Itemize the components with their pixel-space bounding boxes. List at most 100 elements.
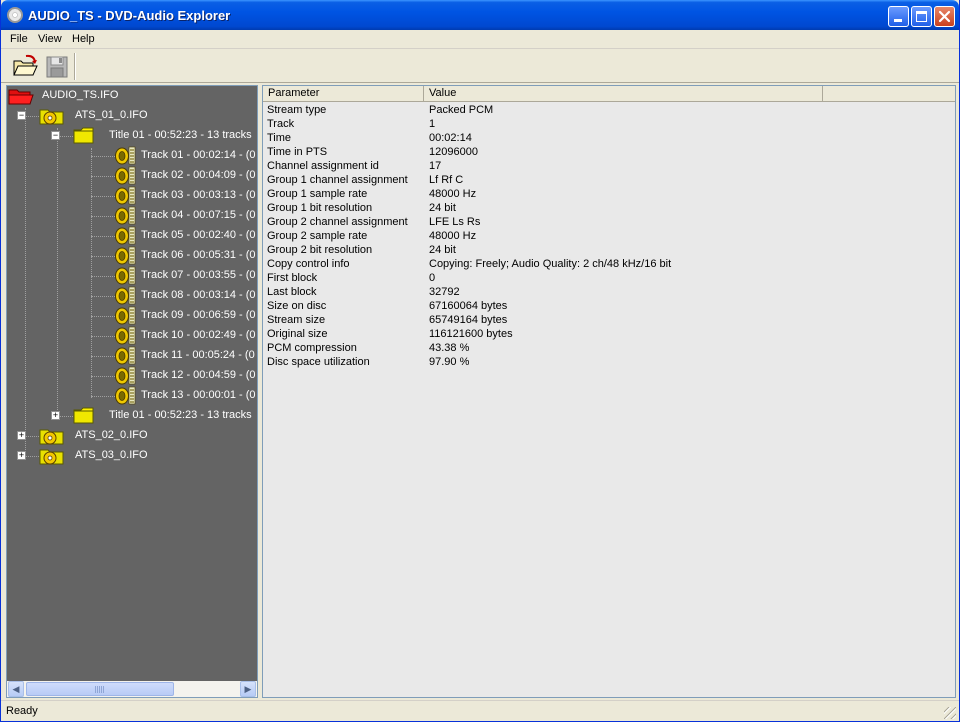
tree-node-track[interactable]: Track 03 - 00:03:13 - (0 <box>7 186 257 206</box>
column-header-value[interactable]: Value <box>424 86 823 102</box>
value-cell: 1 <box>429 118 436 130</box>
tree-node-label: Track 07 - 00:03:55 - (0 <box>141 269 256 281</box>
save-disk-icon <box>46 56 68 78</box>
list-row[interactable]: Channel assignment id 17 <box>263 159 955 173</box>
audio-track-icon <box>115 166 136 185</box>
close-icon <box>938 10 951 23</box>
parameter-cell: PCM compression <box>267 342 357 354</box>
tree-node-track[interactable]: Track 10 - 00:02:49 - (0 <box>7 326 257 346</box>
collapse-toggle[interactable]: − <box>51 131 60 140</box>
tree-node-label: Track 04 - 00:07:15 - (0 <box>141 209 256 221</box>
value-cell: 97.90 % <box>429 356 470 368</box>
title-bar[interactable]: AUDIO_TS - DVD-Audio Explorer <box>1 0 959 30</box>
list-row[interactable]: Stream size 65749164 bytes <box>263 313 955 327</box>
close-button[interactable] <box>934 6 955 27</box>
disc-folder-icon <box>39 109 64 125</box>
tree-node-label: Track 06 - 00:05:31 - (0 <box>141 249 256 261</box>
scroll-right-button[interactable]: ▶ <box>240 681 256 697</box>
tree-node-track[interactable]: Track 07 - 00:03:55 - (0 <box>7 266 257 286</box>
expand-toggle[interactable]: + <box>17 431 26 440</box>
list-row[interactable]: Group 1 bit resolution 24 bit <box>263 201 955 215</box>
collapse-toggle[interactable]: − <box>17 111 26 120</box>
menu-bar: File View Help <box>1 30 959 49</box>
scroll-left-button[interactable]: ◀ <box>8 681 24 697</box>
tree-node-ats1[interactable]: − ATS_01_0.IFO <box>7 106 257 126</box>
open-button[interactable] <box>11 53 39 80</box>
details-list[interactable]: Parameter Value Stream type Packed PCM Tra… <box>262 85 956 698</box>
parameter-cell: Group 2 bit resolution <box>267 244 373 256</box>
list-row[interactable]: Copy control info Copying: Freely; Audio … <box>263 257 955 271</box>
tree-node-track[interactable]: Track 11 - 00:05:24 - (0 <box>7 346 257 366</box>
expand-toggle[interactable]: + <box>17 451 26 460</box>
tree-node-track[interactable]: Track 13 - 00:00:01 - (0 <box>7 386 257 406</box>
tree-node-track[interactable]: Track 05 - 00:02:40 - (0 <box>7 226 257 246</box>
parameter-cell: Track <box>267 118 295 130</box>
value-cell: 12096000 <box>429 146 478 158</box>
tree-line <box>91 196 115 197</box>
tree-node-ats2[interactable]: + ATS_02_0.IFO <box>7 426 257 446</box>
tree-node-title2[interactable]: + Title 01 - 00:52:23 - 13 tracks <box>7 406 257 426</box>
list-row[interactable]: PCM compression 43.38 % <box>263 341 955 355</box>
list-row[interactable]: Group 1 channel assignment Lf Rf C <box>263 173 955 187</box>
tree-node-label: Track 12 - 00:04:59 - (0 <box>141 369 256 381</box>
list-row[interactable]: First block 0 <box>263 271 955 285</box>
value-cell: 43.38 % <box>429 342 470 354</box>
tree-node-ats3[interactable]: + ATS_03_0.IFO <box>7 446 257 466</box>
minimize-icon <box>894 19 902 22</box>
value-cell: 65749164 bytes <box>429 314 508 326</box>
status-bar: Ready <box>1 700 959 721</box>
tree-horizontal-scrollbar[interactable]: ◀ ▶ <box>7 681 257 697</box>
list-row[interactable]: Group 2 channel assignment LFE Ls Rs <box>263 215 955 229</box>
value-cell: LFE Ls Rs <box>429 216 481 228</box>
tree-node-label: Track 03 - 00:03:13 - (0 <box>141 189 256 201</box>
menu-view[interactable]: View <box>38 33 62 45</box>
list-row[interactable]: Stream type Packed PCM <box>263 103 955 117</box>
list-row[interactable]: Disc space utilization 97.90 % <box>263 355 955 369</box>
list-row[interactable]: Time 00:02:14 <box>263 131 955 145</box>
tree-node-track[interactable]: Track 01 - 00:02:14 - (0 <box>7 146 257 166</box>
toolbar <box>1 50 959 83</box>
tree-node-root[interactable]: AUDIO_TS.IFO <box>7 86 257 106</box>
scroll-thumb[interactable] <box>26 682 174 696</box>
tree-node-track[interactable]: Track 08 - 00:03:14 - (0 <box>7 286 257 306</box>
list-row[interactable]: Group 2 sample rate 48000 Hz <box>263 229 955 243</box>
column-header-parameter[interactable]: Parameter <box>263 86 424 102</box>
maximize-icon <box>916 11 927 22</box>
tree-line <box>91 276 115 277</box>
resize-grip-icon[interactable] <box>944 707 956 719</box>
toolbar-separator <box>74 53 76 80</box>
list-row[interactable]: Group 1 sample rate 48000 Hz <box>263 187 955 201</box>
tree-node-track[interactable]: Track 04 - 00:07:15 - (0 <box>7 206 257 226</box>
tree-node-track[interactable]: Track 06 - 00:05:31 - (0 <box>7 246 257 266</box>
minimize-button[interactable] <box>888 6 909 27</box>
expand-toggle[interactable]: + <box>51 411 60 420</box>
tree-node-title1[interactable]: − Title 01 - 00:52:23 - 13 tracks <box>7 126 257 146</box>
save-button[interactable] <box>43 53 71 80</box>
tree-node-track[interactable]: Track 09 - 00:06:59 - (0 <box>7 306 257 326</box>
list-row[interactable]: Size on disc 67160064 bytes <box>263 299 955 313</box>
list-row[interactable]: Time in PTS 12096000 <box>263 145 955 159</box>
tree-node-track[interactable]: Track 12 - 00:04:59 - (0 <box>7 366 257 386</box>
tree-line <box>91 216 115 217</box>
list-row[interactable]: Original size 116121600 bytes <box>263 327 955 341</box>
tree-view[interactable]: AUDIO_TS.IFO − ATS_01_0.IFO − Title 01 -… <box>6 85 258 698</box>
value-cell: 24 bit <box>429 244 456 256</box>
window-title: AUDIO_TS - DVD-Audio Explorer <box>28 8 231 23</box>
tree-node-label: Track 11 - 00:05:24 - (0 <box>141 349 255 361</box>
menu-help[interactable]: Help <box>72 33 95 45</box>
audio-track-icon <box>115 146 136 165</box>
value-cell: 67160064 bytes <box>429 300 508 312</box>
maximize-button[interactable] <box>911 6 932 27</box>
list-row[interactable]: Track 1 <box>263 117 955 131</box>
folder-icon <box>73 407 94 424</box>
list-row[interactable]: Group 2 bit resolution 24 bit <box>263 243 955 257</box>
tree-node-track[interactable]: Track 02 - 00:04:09 - (0 <box>7 166 257 186</box>
parameter-cell: Copy control info <box>267 258 350 270</box>
grip-icon <box>95 686 105 693</box>
audio-track-icon <box>115 186 136 205</box>
tree-node-label: AUDIO_TS.IFO <box>42 89 119 101</box>
list-row[interactable]: Last block 32792 <box>263 285 955 299</box>
value-cell: 116121600 bytes <box>429 328 513 340</box>
menu-file[interactable]: File <box>10 33 28 45</box>
audio-track-icon <box>115 246 136 265</box>
